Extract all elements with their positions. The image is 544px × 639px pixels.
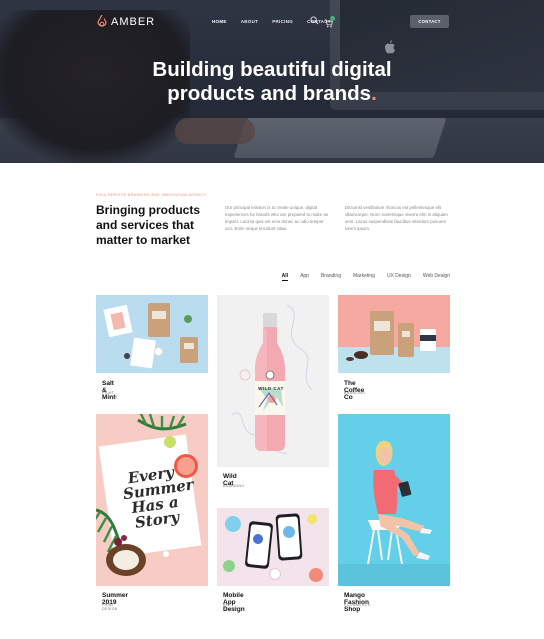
nav-pricing[interactable]: PRICING <box>272 19 293 24</box>
card-category: PRINT DESIGN <box>102 391 118 399</box>
portfolio-filters: All App Branding Marketing UX Design Web… <box>270 273 450 281</box>
filter-marketing[interactable]: Marketing <box>353 273 375 281</box>
intro-title: Bringing products and services that matt… <box>96 203 200 247</box>
top-navigation: AMBER HOME ABOUT PRICING CONTACT CONTACT <box>0 0 544 44</box>
card-category: ECOMMERCE <box>344 603 371 607</box>
poster-text: Every Summer Has a Story <box>121 463 195 532</box>
cart-badge <box>330 16 335 21</box>
wine-label-text: WILD CAT <box>258 386 284 391</box>
contact-button[interactable]: CONTACT <box>410 15 449 28</box>
intro-paragraph-1: Our principal mission is to create uniqu… <box>225 205 329 231</box>
filter-ux-design[interactable]: UX Design <box>387 273 411 281</box>
card-category: APP DESIGN <box>223 603 239 611</box>
brand-logo[interactable]: AMBER <box>96 14 155 30</box>
filter-app[interactable]: App <box>300 273 309 281</box>
search-icon[interactable] <box>310 16 319 25</box>
amber-logo-icon <box>97 14 107 27</box>
intro-paragraph-2: Dictumst vestibulum rhoncus est pellente… <box>345 205 448 231</box>
brand-name: AMBER <box>111 16 156 28</box>
hero-title-line2-wrap: products and brands. <box>0 82 544 106</box>
filter-all[interactable]: All <box>281 273 289 281</box>
card-category: PRINT DESIGN <box>102 603 118 611</box>
hero-banner: AMBER HOME ABOUT PRICING CONTACT CONTACT… <box>0 0 544 163</box>
nav-about[interactable]: ABOUT <box>241 19 259 24</box>
wild-cat-image: WILD CAT <box>217 295 329 467</box>
filter-web-design[interactable]: Web Design <box>423 273 450 281</box>
card-category: BRANCING <box>344 391 366 395</box>
mango-fashion-image <box>338 414 450 586</box>
hero-title: Building beautiful digital products and … <box>0 58 544 106</box>
hero-title-line1: Building beautiful digital <box>152 58 392 81</box>
coffee-co-image <box>338 295 450 373</box>
card-category: BRANDING <box>223 484 245 488</box>
filter-branding[interactable]: Branding <box>321 273 341 281</box>
hero-title-line2: products and brands <box>167 82 372 105</box>
summer-2019-image: Every Summer Has a Story <box>96 414 208 586</box>
hero-title-dot: . <box>371 82 377 105</box>
mobile-app-image <box>217 508 329 586</box>
salt-mint-image <box>96 295 208 373</box>
nav-home[interactable]: HOME <box>212 19 227 24</box>
intro-eyebrow: FULL-SERVICE BRANDING AND INNOVATION AGE… <box>96 193 207 197</box>
